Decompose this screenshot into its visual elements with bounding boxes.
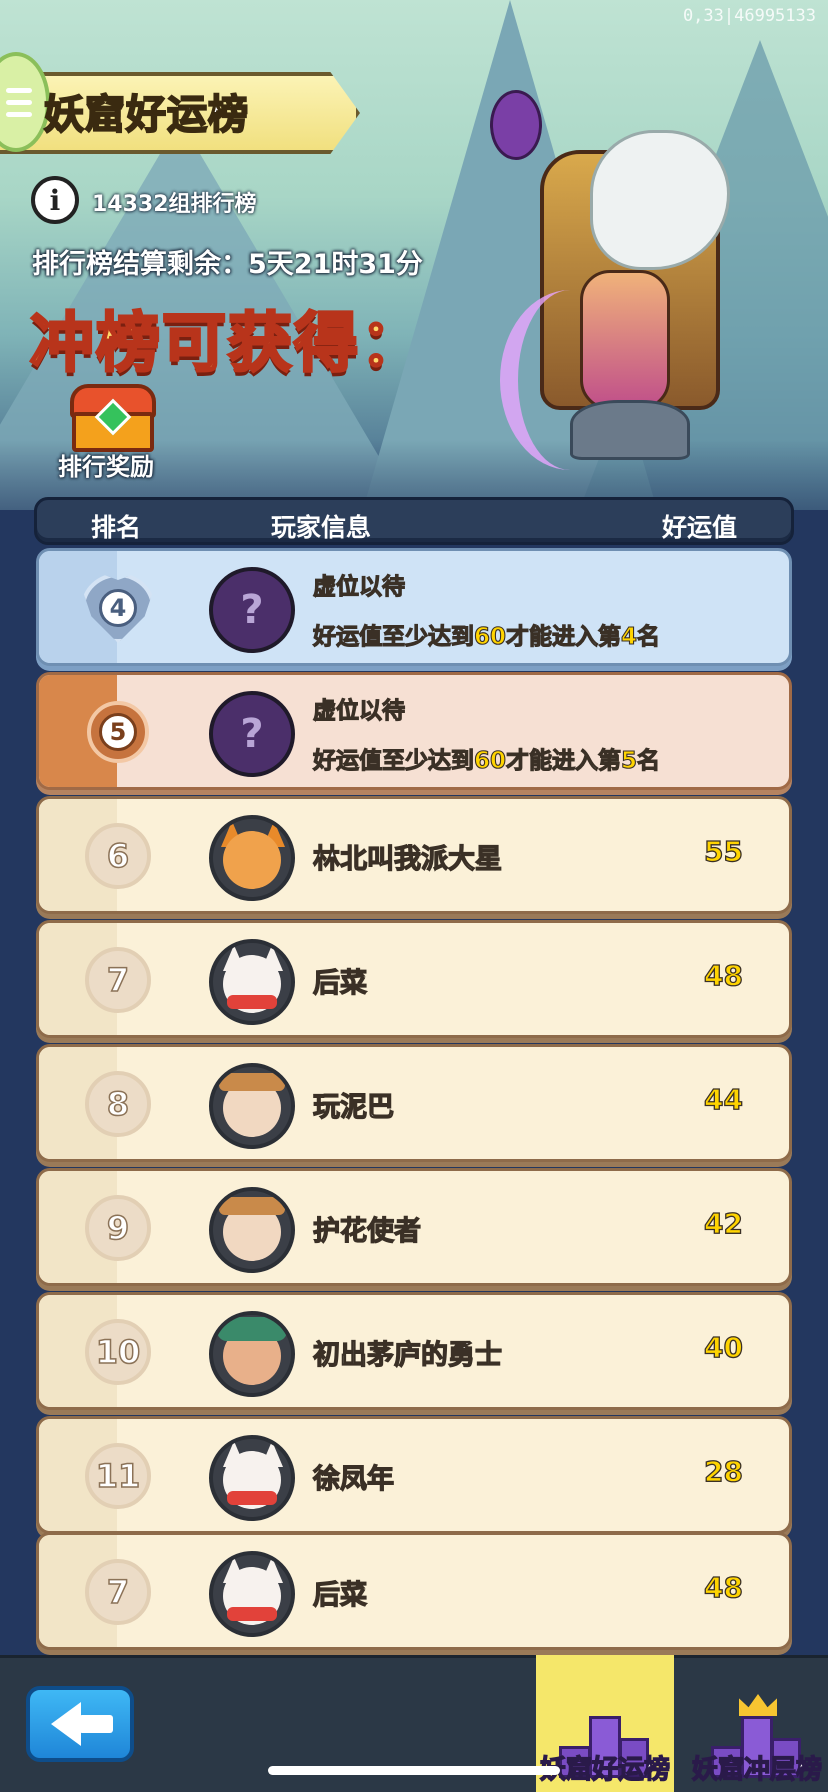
luck-score: 55 [703, 834, 743, 868]
table-row[interactable]: 6 林北叫我派大星 55 [36, 796, 792, 914]
avatar[interactable] [209, 815, 295, 901]
table-header: 排名 玩家信息 好运值 [34, 497, 794, 545]
table-row[interactable]: 11 徐凤年 28 [36, 1416, 792, 1534]
luck-score: 48 [703, 1570, 743, 1604]
info-icon[interactable]: i [31, 176, 79, 224]
avatar[interactable] [209, 939, 295, 1025]
debug-id-text: 0,33|46995133 [682, 6, 816, 26]
table-row-placeholder[interactable]: 4 ? 虚位以待 好运值至少达到60才能进入第4名 [36, 548, 792, 666]
rank-requirement: 好运值至少达到60才能进入第4名 [312, 623, 661, 650]
tab-label: 妖窟冲层榜 [691, 1754, 822, 1785]
column-rank: 排名 [91, 513, 142, 542]
reward-headline: 冲榜可获得： [29, 306, 426, 383]
table-row-placeholder[interactable]: 5 ? 虚位以待 好运值至少达到60才能进入第5名 [36, 672, 792, 790]
rank-number: 7 [85, 947, 151, 1013]
table-row[interactable]: 9 护花使者 42 [36, 1168, 792, 1286]
luck-score: 42 [703, 1206, 743, 1240]
avatar[interactable] [209, 1311, 295, 1397]
table-row-self[interactable]: 7 后菜 48 [36, 1532, 792, 1650]
column-luck: 好运值 [661, 513, 737, 542]
avatar[interactable] [209, 1435, 295, 1521]
player-name: 后菜 [312, 967, 367, 999]
luck-score: 48 [703, 958, 743, 992]
rank-badge-icon: 5 [87, 701, 149, 763]
luck-score: 44 [703, 1082, 743, 1116]
arrow-left-icon [51, 1702, 113, 1746]
player-name: 护花使者 [312, 1215, 421, 1247]
avatar[interactable] [209, 1187, 295, 1273]
rank-number: 11 [85, 1443, 151, 1509]
table-row[interactable]: 8 玩泥巴 44 [36, 1044, 792, 1162]
luck-score: 40 [703, 1330, 743, 1364]
countdown-text: 排行榜结算剩余：5天21时31分 [32, 249, 423, 280]
tab-floor-ranking[interactable]: 妖窟冲层榜 [688, 1655, 826, 1792]
question-mark-icon: ? [209, 567, 295, 653]
hero-kid [580, 270, 670, 410]
player-name: 虚位以待 [312, 697, 405, 724]
back-button[interactable] [26, 1686, 134, 1762]
reward-label[interactable]: 排行奖励 [58, 447, 154, 482]
gourd-icon [490, 90, 542, 160]
player-name: 林北叫我派大星 [312, 843, 502, 875]
table-row[interactable]: 7 后菜 48 [36, 920, 792, 1038]
player-name: 虚位以待 [312, 573, 405, 600]
column-player: 玩家信息 [271, 513, 372, 542]
home-indicator[interactable] [268, 1766, 560, 1775]
rank-number: 6 [85, 823, 151, 889]
luck-score: 28 [703, 1454, 743, 1488]
rank-number: 9 [85, 1195, 151, 1261]
hero-illustration [470, 70, 800, 480]
treasure-chest-icon[interactable] [70, 384, 156, 452]
rank-number: 10 [85, 1319, 151, 1385]
player-name: 玩泥巴 [312, 1091, 394, 1123]
player-name: 后菜 [312, 1579, 367, 1611]
rank-number: 8 [85, 1071, 151, 1137]
rank-number: 7 [85, 1559, 151, 1625]
player-name: 初出茅庐的勇士 [312, 1339, 502, 1371]
avatar[interactable] [209, 1063, 295, 1149]
avatar[interactable] [209, 1551, 295, 1637]
rock-pedestal [570, 400, 690, 460]
player-name: 徐凤年 [312, 1463, 394, 1495]
group-info: 14332组排行榜 [92, 192, 257, 217]
rank-requirement: 好运值至少达到60才能进入第5名 [312, 747, 661, 774]
table-row[interactable]: 10 初出茅庐的勇士 40 [36, 1292, 792, 1410]
page-title: 妖窟好运榜 [43, 91, 249, 139]
question-mark-icon: ? [209, 691, 295, 777]
